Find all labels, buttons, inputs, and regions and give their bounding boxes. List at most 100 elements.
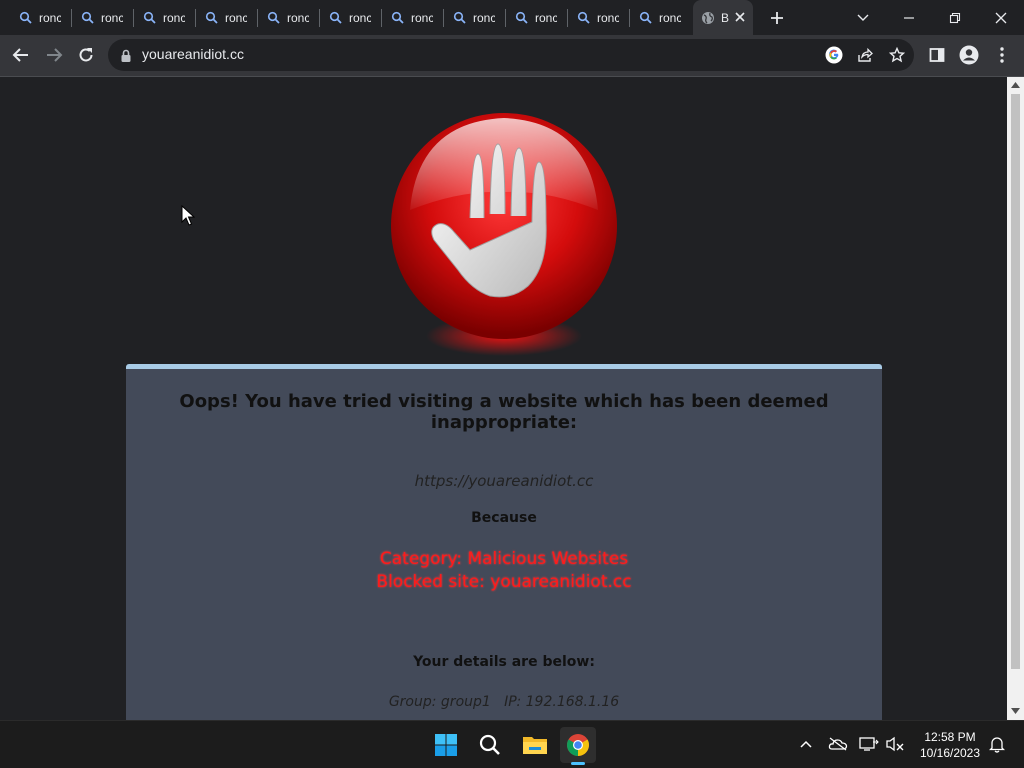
details-heading: Your details are below: (413, 654, 595, 670)
active-tab[interactable]: B (693, 0, 753, 35)
tab-label: ronc (225, 10, 247, 25)
chrome-taskbar-button[interactable] (560, 727, 596, 763)
scrollbar-thumb[interactable] (1011, 94, 1020, 669)
side-panel-icon (929, 48, 945, 62)
browser-tab[interactable]: ronc (3, 0, 65, 35)
browser-tab[interactable]: ronc (313, 0, 375, 35)
side-panel-button[interactable] (922, 40, 952, 70)
bell-icon (989, 737, 1005, 753)
search-icon (391, 11, 405, 25)
tab-label: ronc (287, 10, 309, 25)
search-icon (639, 11, 653, 25)
tab-label: ronc (659, 10, 681, 25)
tab-label: ronc (39, 10, 61, 25)
address-bar[interactable]: youareanidiot.cc (108, 39, 914, 71)
plus-icon (771, 11, 783, 24)
browser-toolbar: youareanidiot.cc (0, 35, 1024, 77)
search-icon (205, 11, 219, 25)
scroll-down-icon[interactable] (1011, 708, 1020, 714)
browser-tab[interactable]: ronc (127, 0, 189, 35)
tab-label: B (721, 10, 729, 25)
network-tray-button[interactable] (858, 733, 880, 755)
browser-tab[interactable]: ronc (437, 0, 499, 35)
windows-logo-icon (435, 734, 457, 756)
restore-button[interactable] (939, 0, 971, 35)
browser-tab[interactable]: ronc (623, 0, 685, 35)
avatar (959, 45, 979, 65)
browser-tab[interactable]: ronc (65, 0, 127, 35)
tab-label: ronc (349, 10, 371, 25)
tab-label: ronc (411, 10, 433, 25)
monitor-network-icon (859, 737, 879, 751)
tab-label: ronc (473, 10, 495, 25)
notifications-button[interactable] (986, 733, 1008, 755)
show-hidden-icons-button[interactable] (795, 733, 817, 755)
minimize-icon (904, 16, 914, 19)
onedrive-tray-button[interactable] (827, 733, 849, 755)
arrow-right-icon (47, 48, 63, 62)
search-icon (479, 734, 500, 755)
browser-tab[interactable]: ronc (251, 0, 313, 35)
scroll-up-icon[interactable] (1011, 82, 1020, 88)
globe-icon (701, 11, 715, 25)
clock-time: 12:58 PM (924, 730, 976, 744)
back-button[interactable] (6, 40, 36, 70)
blocked-site-text: Blocked site: youareanidiot.cc (376, 572, 632, 592)
chevron-up-icon (800, 740, 812, 748)
blocked-url-text: https://youareanidiot.cc (414, 472, 594, 490)
search-icon (81, 11, 95, 25)
lock-icon[interactable] (120, 48, 132, 67)
tab-label: ronc (163, 10, 185, 25)
close-tab-icon[interactable] (733, 10, 747, 24)
browser-tab[interactable]: ronc (561, 0, 623, 35)
category-text: Category: Malicious Websites (379, 549, 629, 569)
stop-hand-icon (391, 113, 617, 356)
page-title: Oops! You have tried visiting a website … (179, 391, 829, 433)
mouse-cursor-icon (181, 205, 195, 226)
tab-label: ronc (597, 10, 619, 25)
search-icon (515, 11, 529, 25)
taskbar-search-button[interactable] (472, 727, 508, 763)
tab-search-button[interactable] (848, 0, 878, 35)
block-message-card: Oops! You have tried visiting a website … (126, 364, 882, 720)
system-clock[interactable]: 12:58 PM 10/16/2023 (912, 729, 988, 761)
restore-icon (949, 12, 961, 23)
profile-button[interactable] (954, 40, 984, 70)
bookmark-star-icon[interactable] (888, 46, 906, 67)
speaker-muted-icon (886, 736, 904, 752)
menu-button[interactable] (987, 40, 1017, 70)
arrow-left-icon (12, 48, 28, 62)
search-icon (453, 11, 467, 25)
clock-date: 10/16/2023 (919, 746, 981, 760)
share-icon[interactable] (857, 47, 873, 67)
browser-tab[interactable]: ronc (499, 0, 561, 35)
taskbar: 12:58 PM 10/16/2023 (0, 720, 1024, 768)
file-explorer-button[interactable] (517, 727, 553, 763)
minimize-button[interactable] (893, 0, 925, 35)
cloud-off-icon (828, 737, 848, 751)
browser-tab[interactable]: ronc (189, 0, 251, 35)
url-text: youareanidiot.cc (142, 46, 244, 62)
because-label: Because (471, 510, 537, 526)
volume-tray-button[interactable] (884, 733, 906, 755)
tab-strip: ronc ronc ronc ronc ronc ronc ronc ronc … (0, 0, 1024, 35)
forward-button[interactable] (39, 40, 69, 70)
start-button[interactable] (428, 727, 464, 763)
google-lens-icon[interactable] (825, 46, 843, 68)
browser-tab[interactable]: ronc (375, 0, 437, 35)
reload-icon (79, 48, 93, 62)
search-icon (329, 11, 343, 25)
tab-label: ronc (101, 10, 123, 25)
search-icon (577, 11, 591, 25)
search-icon (19, 11, 33, 25)
kebab-menu-icon (1000, 47, 1004, 63)
chevron-down-icon (857, 14, 869, 21)
close-window-button[interactable] (985, 0, 1017, 35)
close-icon (995, 12, 1007, 23)
group-ip-text: Group: group1 IP: 192.168.1.16 (388, 694, 620, 710)
reload-button[interactable] (71, 40, 101, 70)
search-icon (267, 11, 281, 25)
folder-icon (523, 737, 547, 754)
new-tab-button[interactable] (763, 0, 791, 35)
vertical-scrollbar[interactable] (1007, 77, 1024, 720)
